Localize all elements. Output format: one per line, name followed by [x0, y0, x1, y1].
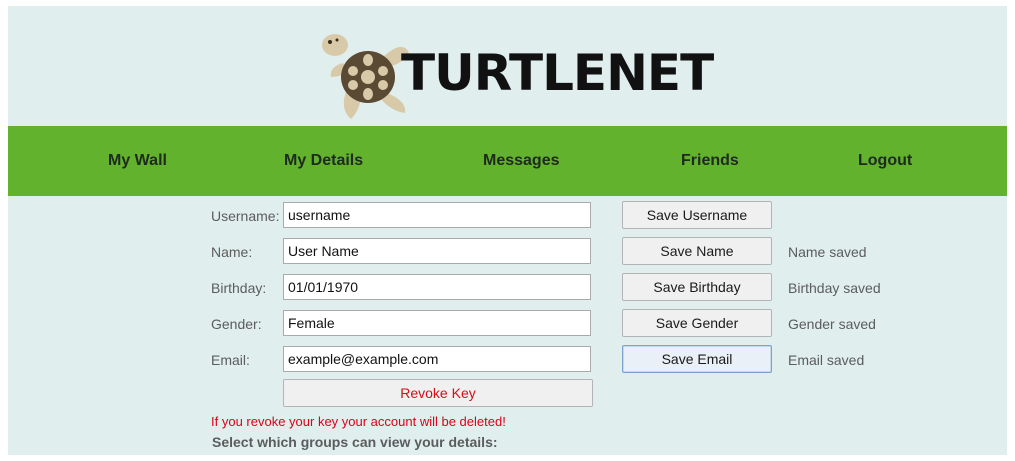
- save-gender-button[interactable]: Save Gender: [622, 309, 772, 337]
- turtle-logo-icon: [322, 34, 409, 119]
- nav-messages[interactable]: Messages: [483, 126, 560, 196]
- header: TURTLENET: [8, 6, 1007, 126]
- groups-heading: Select which groups can view your detail…: [212, 434, 498, 450]
- save-email-button[interactable]: Save Email: [622, 345, 772, 373]
- username-field[interactable]: [283, 202, 591, 228]
- email-status: Email saved: [788, 352, 865, 368]
- name-label: Name:: [211, 244, 253, 260]
- gender-status: Gender saved: [788, 316, 876, 332]
- name-status: Name saved: [788, 244, 867, 260]
- save-name-button[interactable]: Save Name: [622, 237, 772, 265]
- gender-field[interactable]: [283, 310, 591, 336]
- nav-logout[interactable]: Logout: [858, 126, 912, 196]
- gender-label: Gender:: [211, 316, 262, 332]
- main-nav: My Wall My Details Messages Friends Logo…: [8, 126, 1007, 196]
- logo-text: TURTLENET: [401, 44, 714, 102]
- save-username-button[interactable]: Save Username: [622, 201, 772, 229]
- email-label: Email:: [211, 352, 250, 368]
- nav-friends[interactable]: Friends: [681, 126, 739, 196]
- email-field[interactable]: [283, 346, 591, 372]
- revoke-warning: If you revoke your key your account will…: [211, 414, 506, 429]
- nav-my-wall[interactable]: My Wall: [108, 126, 167, 196]
- turtle-head: [322, 34, 348, 56]
- revoke-key-button[interactable]: Revoke Key: [283, 379, 593, 407]
- name-field[interactable]: [283, 238, 591, 264]
- page: TURTLENET My Wall My Details Messages Fr…: [8, 6, 1007, 455]
- birthday-label: Birthday:: [211, 280, 267, 296]
- save-birthday-button[interactable]: Save Birthday: [622, 273, 772, 301]
- nav-my-details[interactable]: My Details: [284, 126, 363, 196]
- username-label: Username:: [211, 208, 280, 224]
- birthday-status: Birthday saved: [788, 280, 881, 296]
- birthday-field[interactable]: [283, 274, 591, 300]
